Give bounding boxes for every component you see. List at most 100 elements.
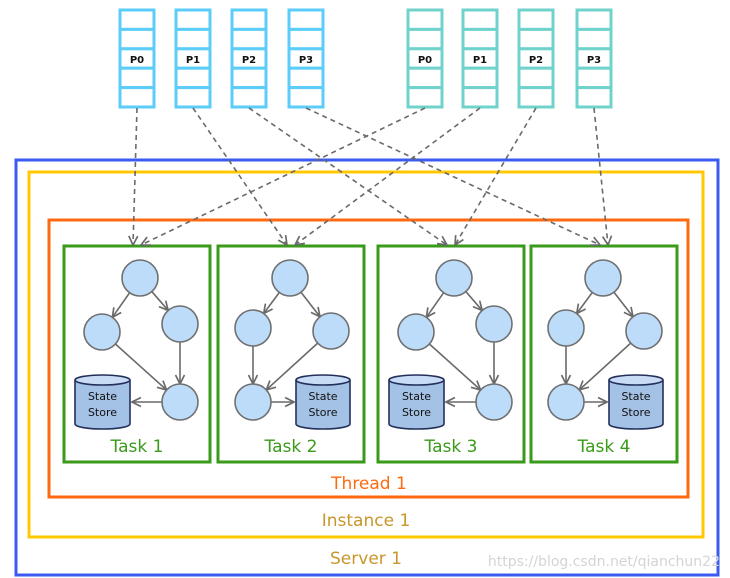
watermark: https://blog.csdn.net/qianchun22 — [488, 554, 720, 570]
partition-segment — [406, 27, 444, 51]
partition-segment — [287, 86, 325, 109]
partition-segment — [174, 27, 212, 51]
kafka-streams-diagram: State Store Task 1 State Store Task 2 State Sto… — [14, 8, 720, 577]
state-store: State Store — [388, 374, 445, 430]
processor-node — [475, 383, 513, 421]
partition-segment — [575, 8, 613, 31]
task-label: Task 1 — [110, 437, 164, 457]
task-label: Task 4 — [577, 437, 631, 457]
partition-segment — [118, 66, 156, 90]
assignment-arrow — [295, 107, 481, 245]
partition-segment — [118, 8, 156, 31]
processor-node — [83, 313, 121, 351]
store-top — [388, 374, 445, 386]
state-store: State Store — [74, 374, 131, 430]
assignment-arrow — [192, 107, 287, 245]
store-label: Store — [308, 406, 337, 419]
partition-segment — [517, 27, 555, 51]
processor-node — [584, 259, 622, 297]
partition-segment — [287, 8, 325, 31]
partition-p3: P3 — [575, 8, 613, 109]
partition-segment — [118, 27, 156, 51]
partition-label: P3 — [299, 55, 313, 66]
store-top — [74, 374, 131, 386]
task-box: State Store Task 3 — [376, 244, 526, 464]
topic: P0 P1 P2 P3 — [406, 8, 613, 109]
instance-label: Instance 1 — [322, 511, 411, 531]
store-top — [295, 374, 351, 386]
processor-node — [435, 259, 473, 297]
store-top — [608, 374, 664, 386]
partition-segment — [230, 86, 268, 109]
assignment-arrow — [133, 107, 137, 245]
partition-segment — [174, 66, 212, 90]
processor-node — [475, 305, 513, 343]
state-store: State Store — [608, 374, 664, 430]
partition-label: P1 — [186, 55, 200, 66]
assignment-arrow — [248, 107, 447, 245]
assignment-arrow — [305, 107, 600, 245]
thread-label: Thread 1 — [330, 474, 407, 494]
processor-node — [271, 259, 309, 297]
processor-node — [161, 383, 199, 421]
store-label: State — [88, 390, 117, 403]
task-box: State Store Task 1 — [62, 244, 212, 464]
partition-segment — [174, 86, 212, 109]
partition-label: P2 — [242, 55, 256, 66]
partition-segment — [287, 66, 325, 90]
partition-p0: P0 — [118, 8, 156, 109]
assignment-arrow — [593, 107, 608, 245]
partition-segment — [517, 8, 555, 31]
partition-label: P1 — [473, 55, 487, 66]
store-body — [295, 380, 351, 430]
task-label: Task 3 — [424, 437, 478, 457]
partition-segment — [517, 66, 555, 90]
task-box: State Store Task 4 — [529, 244, 679, 464]
processor-node — [312, 312, 350, 350]
partition-segment — [406, 66, 444, 90]
partition-segment — [406, 8, 444, 31]
partition-p3: P3 — [287, 8, 325, 109]
store-body — [608, 380, 664, 430]
store-label: State — [402, 390, 431, 403]
partition-p2: P2 — [230, 8, 268, 109]
server-label: Server 1 — [330, 549, 402, 569]
store-label: State — [621, 390, 650, 403]
processor-node — [121, 259, 159, 297]
partition-segment — [118, 86, 156, 109]
partition-p1: P1 — [461, 8, 499, 109]
store-label: Store — [88, 406, 117, 419]
task-box: State Store Task 2 — [216, 244, 366, 464]
partition-segment — [461, 86, 499, 109]
partition-segment — [461, 27, 499, 51]
state-store: State Store — [295, 374, 351, 430]
partition-segment — [406, 86, 444, 109]
partition-segment — [575, 66, 613, 90]
store-label: State — [308, 390, 337, 403]
store-label: Store — [402, 406, 431, 419]
partition-segment — [575, 27, 613, 51]
partition-p0: P0 — [406, 8, 444, 109]
partition-segment — [287, 27, 325, 51]
partition-label: P0 — [418, 55, 432, 66]
partition-p2: P2 — [517, 8, 555, 109]
assignment-arrow — [141, 107, 426, 245]
processor-node — [234, 309, 272, 347]
store-label: Store — [621, 406, 650, 419]
processor-node — [547, 383, 585, 421]
partition-segment — [575, 86, 613, 109]
processor-node — [161, 305, 199, 343]
partition-label: P0 — [130, 55, 144, 66]
partition-p1: P1 — [174, 8, 212, 109]
partition-segment — [461, 66, 499, 90]
partition-label: P3 — [587, 55, 601, 66]
partition-segment — [517, 86, 555, 109]
partition-label: P2 — [529, 55, 543, 66]
processor-node — [547, 309, 585, 347]
processor-node — [397, 313, 435, 351]
store-body — [74, 380, 131, 430]
processor-node — [625, 312, 663, 350]
partition-segment — [461, 8, 499, 31]
partition-segment — [230, 66, 268, 90]
partition-segment — [174, 8, 212, 31]
